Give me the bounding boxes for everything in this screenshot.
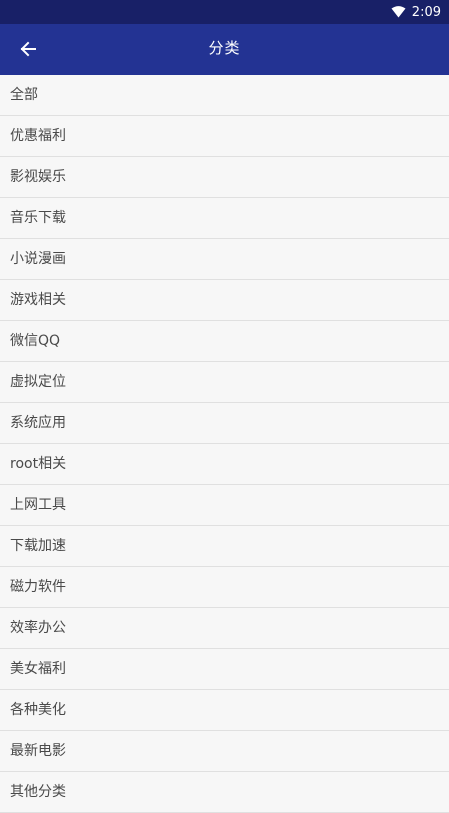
back-button[interactable] [8,29,48,69]
category-item-root[interactable]: root相关 [0,444,449,485]
category-item-system-apps[interactable]: 系统应用 [0,403,449,444]
category-item-novels[interactable]: 小说漫画 [0,239,449,280]
page-title: 分类 [208,39,241,57]
category-item-video[interactable]: 影视娱乐 [0,157,449,198]
category-item-office[interactable]: 效率办公 [0,608,449,649]
category-item-virtual-location[interactable]: 虚拟定位 [0,362,449,403]
wifi-icon [391,6,406,18]
category-item-games[interactable]: 游戏相关 [0,280,449,321]
category-item-other[interactable]: 其他分类 [0,772,449,813]
category-item-magnet[interactable]: 磁力软件 [0,567,449,608]
status-right: 2:09 [391,0,441,24]
app-bar: 分类 [0,24,449,75]
category-item-music[interactable]: 音乐下载 [0,198,449,239]
status-bar: 2:09 [0,0,449,24]
category-item-themes[interactable]: 各种美化 [0,690,449,731]
category-item-deals[interactable]: 优惠福利 [0,116,449,157]
category-item-network-tools[interactable]: 上网工具 [0,485,449,526]
category-item-movies[interactable]: 最新电影 [0,731,449,772]
category-item-wechat-qq[interactable]: 微信QQ [0,321,449,362]
arrow-left-icon [20,41,36,57]
status-time: 2:09 [411,4,441,20]
category-item-all[interactable]: 全部 [0,75,449,116]
category-list: 全部 优惠福利 影视娱乐 音乐下载 小说漫画 游戏相关 微信QQ 虚拟定位 系统… [0,75,449,813]
category-item-download-boost[interactable]: 下载加速 [0,526,449,567]
category-item-beauty[interactable]: 美女福利 [0,649,449,690]
